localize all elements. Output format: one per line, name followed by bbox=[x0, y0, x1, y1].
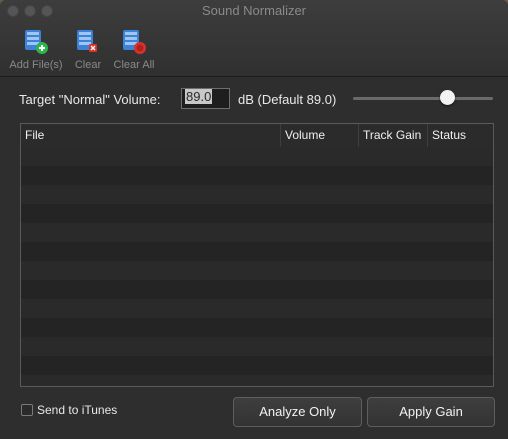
column-header-status[interactable]: Status bbox=[427, 124, 493, 147]
analyze-only-button[interactable]: Analyze Only bbox=[233, 397, 362, 427]
title-bar: Sound Normalizer Add File(s) Clear Clear… bbox=[0, 0, 508, 77]
add-files-button[interactable]: Add File(s) bbox=[7, 28, 65, 71]
table-body bbox=[21, 147, 493, 386]
table-row bbox=[21, 261, 493, 280]
clear-button[interactable]: Clear bbox=[71, 28, 105, 71]
table-row bbox=[21, 185, 493, 204]
clear-all-icon bbox=[119, 28, 149, 56]
clear-icon bbox=[73, 28, 103, 56]
clear-label: Clear bbox=[74, 59, 102, 71]
app-window: Sound Normalizer Add File(s) Clear Clear… bbox=[0, 0, 508, 439]
table-row bbox=[21, 337, 493, 356]
volume-slider-knob[interactable] bbox=[440, 90, 455, 105]
table-row bbox=[21, 356, 493, 375]
table-row bbox=[21, 223, 493, 242]
target-volume-value: 89.0 bbox=[185, 89, 213, 104]
table-row bbox=[21, 242, 493, 261]
column-header-track-gain[interactable]: Track Gain bbox=[358, 124, 427, 147]
db-default-label: dB (Default 89.0) bbox=[238, 92, 337, 107]
table-row bbox=[21, 318, 493, 337]
table-row bbox=[21, 280, 493, 299]
target-volume-label: Target "Normal" Volume: bbox=[19, 92, 161, 107]
table-row bbox=[21, 147, 493, 166]
files-table[interactable]: File Volume Track Gain Status bbox=[20, 123, 494, 387]
apply-gain-button[interactable]: Apply Gain bbox=[367, 397, 495, 427]
add-files-label: Add File(s) bbox=[9, 59, 63, 71]
table-row bbox=[21, 166, 493, 185]
clear-all-button[interactable]: Clear All bbox=[110, 28, 158, 71]
send-to-itunes-label: Send to iTunes bbox=[37, 403, 118, 417]
column-header-file[interactable]: File bbox=[21, 124, 280, 147]
clear-all-label: Clear All bbox=[113, 59, 155, 71]
send-to-itunes-checkbox[interactable] bbox=[21, 404, 33, 416]
target-volume-input[interactable]: 89.0 bbox=[181, 88, 230, 109]
column-header-volume[interactable]: Volume bbox=[280, 124, 358, 147]
add-file-icon bbox=[21, 28, 51, 56]
table-row bbox=[21, 299, 493, 318]
table-row bbox=[21, 204, 493, 223]
window-title: Sound Normalizer bbox=[201, 3, 307, 18]
volume-slider-track[interactable] bbox=[353, 97, 493, 100]
table-header: File Volume Track Gain Status bbox=[21, 124, 493, 148]
table-row bbox=[21, 375, 493, 386]
